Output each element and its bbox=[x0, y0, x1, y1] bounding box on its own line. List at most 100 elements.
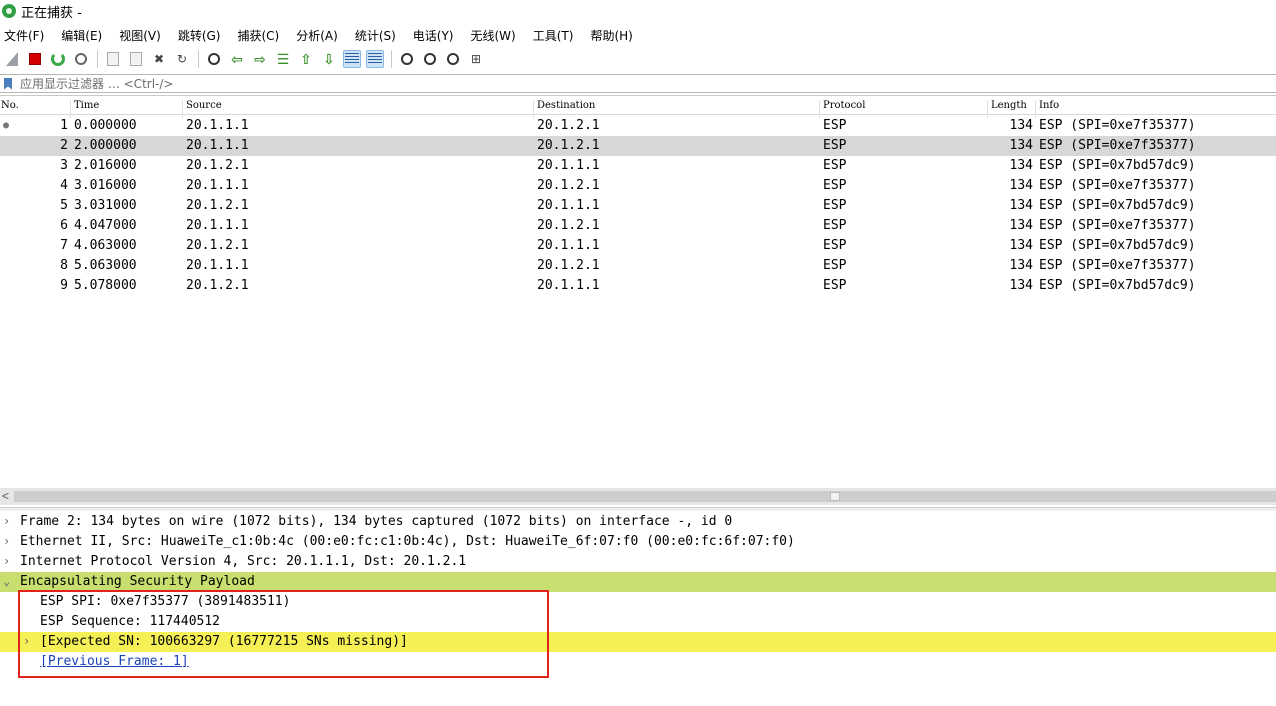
tree-item-esp-spi[interactable]: ESP SPI: 0xe7f35377 (3891483511) bbox=[0, 592, 1276, 612]
shark-fin-icon[interactable] bbox=[3, 50, 21, 68]
menu-help[interactable]: 帮助(H) bbox=[588, 27, 632, 44]
packet-row[interactable]: 7 4.063000 20.1.2.1 20.1.1.1 ESP 134 ESP (SPI=… bbox=[0, 236, 1276, 256]
tree-item-ipv4[interactable]: › Internet Protocol Version 4, Src: 20.1… bbox=[0, 552, 1276, 572]
go-forward-icon[interactable]: ⇨ bbox=[251, 50, 269, 68]
stop-capture-icon[interactable] bbox=[26, 50, 44, 68]
scroll-left-icon[interactable]: < bbox=[2, 489, 9, 503]
menu-edit[interactable]: 编辑(E) bbox=[59, 27, 102, 44]
chevron-right-icon[interactable]: › bbox=[3, 554, 10, 568]
packet-source-cell: 20.1.1.1 bbox=[186, 138, 249, 153]
menu-analyze[interactable]: 分析(A) bbox=[294, 27, 338, 44]
packet-protocol-cell: ESP bbox=[823, 258, 847, 273]
packet-source-cell: 20.1.1.1 bbox=[186, 258, 249, 273]
display-filter-bar[interactable]: 应用显示过滤器 … <Ctrl-/> bbox=[0, 74, 1276, 96]
packet-length-cell: 134 bbox=[1009, 258, 1033, 273]
go-last-icon[interactable]: ⇩ bbox=[320, 50, 338, 68]
column-header-time[interactable]: Time bbox=[74, 100, 99, 111]
tree-item-esp[interactable]: ⌄ Encapsulating Security Payload bbox=[0, 572, 1276, 592]
tree-item-expected-sn[interactable]: › [Expected SN: 100663297 (16777215 SNs … bbox=[0, 632, 1276, 652]
packet-no-cell: 2 bbox=[60, 138, 68, 153]
chevron-right-icon[interactable]: › bbox=[3, 514, 10, 528]
tree-label: ESP Sequence: 117440512 bbox=[40, 614, 221, 629]
open-file-icon[interactable] bbox=[104, 50, 122, 68]
column-header-destination[interactable]: Destination bbox=[537, 100, 595, 111]
packet-info-cell: ESP (SPI=0x7bd57dc9) bbox=[1039, 278, 1196, 293]
packet-row[interactable]: 3 2.016000 20.1.2.1 20.1.1.1 ESP 134 ESP (SPI=… bbox=[0, 156, 1276, 176]
go-first-icon[interactable]: ⇧ bbox=[297, 50, 315, 68]
tree-item-ethernet[interactable]: › Ethernet II, Src: HuaweiTe_c1:0b:4c (0… bbox=[0, 532, 1276, 552]
restart-capture-icon[interactable] bbox=[49, 50, 67, 68]
go-back-icon[interactable]: ⇦ bbox=[228, 50, 246, 68]
toolbar-separator bbox=[97, 50, 98, 68]
toolbar-separator bbox=[391, 50, 392, 68]
menu-capture[interactable]: 捕获(C) bbox=[235, 27, 279, 44]
tree-label: Encapsulating Security Payload bbox=[20, 574, 255, 589]
packet-row[interactable]: 4 3.016000 20.1.1.1 20.1.2.1 ESP 134 ESP (SPI=… bbox=[0, 176, 1276, 196]
menu-bar: 文件(F) 编辑(E) 视图(V) 跳转(G) 捕获(C) 分析(A) 统计(S… bbox=[0, 24, 1276, 46]
title-bar: 正在捕获 - bbox=[0, 0, 1276, 22]
packet-row[interactable]: ● 1 0.000000 20.1.1.1 20.1.2.1 ESP 134 ESP (SPI… bbox=[0, 116, 1276, 136]
menu-statistics[interactable]: 统计(S) bbox=[353, 27, 396, 44]
pane-splitter[interactable] bbox=[0, 507, 1276, 511]
tree-label: Internet Protocol Version 4, Src: 20.1.1… bbox=[20, 554, 467, 569]
reload-file-icon[interactable]: ↻ bbox=[173, 50, 191, 68]
column-header-protocol[interactable]: Protocol bbox=[823, 100, 865, 111]
packet-row[interactable]: 2 2.000000 20.1.1.1 20.1.2.1 ESP 134 ESP (SPI=… bbox=[0, 136, 1276, 156]
auto-scroll-icon[interactable] bbox=[343, 50, 361, 68]
save-file-icon[interactable] bbox=[127, 50, 145, 68]
packet-list-scrollbar[interactable]: < bbox=[0, 488, 1276, 505]
tree-item-esp-sequence[interactable]: ESP Sequence: 117440512 bbox=[0, 612, 1276, 632]
menu-tools[interactable]: 工具(T) bbox=[531, 27, 574, 44]
chevron-down-icon[interactable]: ⌄ bbox=[3, 574, 10, 588]
packet-protocol-cell: ESP bbox=[823, 178, 847, 193]
close-file-icon[interactable]: ✖ bbox=[150, 50, 168, 68]
toolbar-separator bbox=[198, 50, 199, 68]
go-to-packet-icon[interactable]: ☰ bbox=[274, 50, 292, 68]
packet-row[interactable]: 6 4.047000 20.1.1.1 20.1.2.1 ESP 134 ESP (SPI=… bbox=[0, 216, 1276, 236]
main-toolbar: ✖ ↻ ⇦ ⇨ ☰ ⇧ ⇩ ⊞ bbox=[0, 47, 1276, 71]
chevron-right-icon[interactable]: › bbox=[23, 634, 30, 648]
colorize-icon[interactable] bbox=[366, 50, 384, 68]
capture-options-icon[interactable] bbox=[72, 50, 90, 68]
packet-time-cell: 5.063000 bbox=[74, 258, 137, 273]
packet-list-header: No. Time Source Destination Protocol Len… bbox=[0, 97, 1276, 118]
packet-time-cell: 5.078000 bbox=[74, 278, 137, 293]
tree-item-frame[interactable]: › Frame 2: 134 bytes on wire (1072 bits)… bbox=[0, 512, 1276, 532]
chevron-right-icon[interactable]: › bbox=[3, 534, 10, 548]
packet-list: No. Time Source Destination Protocol Len… bbox=[0, 97, 1276, 487]
menu-go[interactable]: 跳转(G) bbox=[176, 27, 221, 44]
find-packet-icon[interactable] bbox=[205, 50, 223, 68]
column-header-no[interactable]: No. bbox=[1, 100, 19, 111]
normal-size-icon[interactable] bbox=[444, 50, 462, 68]
zoom-out-icon[interactable] bbox=[421, 50, 439, 68]
previous-frame-link[interactable]: [Previous Frame: 1] bbox=[40, 654, 189, 669]
packet-row[interactable]: 8 5.063000 20.1.1.1 20.1.2.1 ESP 134 ESP (SPI=… bbox=[0, 256, 1276, 276]
packet-source-cell: 20.1.2.1 bbox=[186, 278, 249, 293]
scrollbar-thumb[interactable] bbox=[14, 491, 1276, 502]
tree-item-previous-frame[interactable]: [Previous Frame: 1] bbox=[0, 652, 1276, 672]
column-header-source[interactable]: Source bbox=[186, 100, 222, 111]
menu-wireless[interactable]: 无线(W) bbox=[469, 27, 516, 44]
packet-source-cell: 20.1.2.1 bbox=[186, 238, 249, 253]
packet-info-cell: ESP (SPI=0x7bd57dc9) bbox=[1039, 158, 1196, 173]
packet-time-cell: 4.063000 bbox=[74, 238, 137, 253]
menu-file[interactable]: 文件(F) bbox=[2, 27, 44, 44]
scrollbar-grip[interactable] bbox=[830, 492, 840, 501]
column-header-info[interactable]: Info bbox=[1039, 100, 1059, 111]
packet-no-cell: 4 bbox=[60, 178, 68, 193]
packet-row[interactable]: 5 3.031000 20.1.2.1 20.1.1.1 ESP 134 ESP (SPI=… bbox=[0, 196, 1276, 216]
packet-time-cell: 2.016000 bbox=[74, 158, 137, 173]
display-filter-input[interactable]: 应用显示过滤器 … <Ctrl-/> bbox=[20, 75, 173, 92]
packet-length-cell: 134 bbox=[1009, 138, 1033, 153]
packet-destination-cell: 20.1.2.1 bbox=[537, 218, 600, 233]
packet-length-cell: 134 bbox=[1009, 198, 1033, 213]
packet-length-cell: 134 bbox=[1009, 218, 1033, 233]
bookmark-icon[interactable] bbox=[4, 77, 12, 90]
packet-time-cell: 0.000000 bbox=[74, 118, 137, 133]
column-header-length[interactable]: Length bbox=[991, 100, 1027, 111]
menu-view[interactable]: 视图(V) bbox=[117, 27, 161, 44]
resize-columns-icon[interactable]: ⊞ bbox=[467, 50, 485, 68]
packet-row[interactable]: 9 5.078000 20.1.2.1 20.1.1.1 ESP 134 ESP (SPI=… bbox=[0, 276, 1276, 296]
menu-telephony[interactable]: 电话(Y) bbox=[411, 27, 454, 44]
zoom-in-icon[interactable] bbox=[398, 50, 416, 68]
